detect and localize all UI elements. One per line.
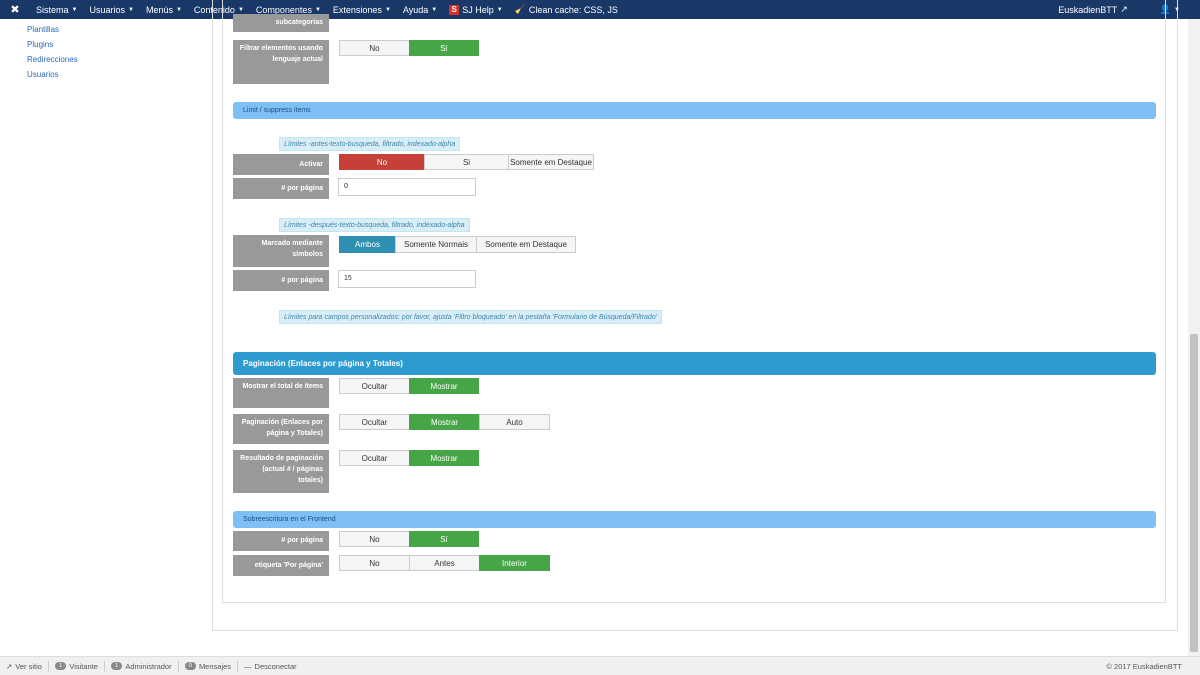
- ver-sitio-link[interactable]: ↗ Ver sitio: [0, 660, 49, 672]
- minus-icon: —: [244, 661, 252, 671]
- mostrar-total-toggle: Ocultar Mostrar: [339, 378, 479, 394]
- mostrar-total-label: Mostrar el total de ítems: [233, 378, 329, 408]
- note-after: Límites -después-texto-busqueda, filtrad…: [279, 218, 470, 232]
- activar-si-button[interactable]: Si: [424, 154, 509, 170]
- chevron-down-icon: ▼: [175, 6, 182, 13]
- resultado-ocultar-button[interactable]: Ocultar: [339, 450, 410, 466]
- por-pagina-input-2[interactable]: 15: [338, 270, 476, 288]
- filter-language-label: Filtrar elementos usando lenguaje actual: [233, 40, 329, 84]
- external-link-icon: ↗: [6, 661, 13, 671]
- front-por-pagina-toggle: No Sí: [339, 531, 479, 547]
- filter-si-button[interactable]: Sí: [409, 40, 479, 56]
- sidebar-item-plugins[interactable]: Plugins: [27, 37, 78, 52]
- etiqueta-label: etiqueta 'Por página': [233, 555, 329, 576]
- por-pagina-input-1[interactable]: 0: [338, 178, 476, 196]
- chevron-down-icon: ▼: [127, 6, 134, 13]
- section-paginacion: Paginación (Enlaces por página y Totales…: [233, 352, 1156, 375]
- mostrar-total-mostrar-button[interactable]: Mostrar: [409, 378, 479, 394]
- visitante-count-badge: 1: [54, 662, 67, 670]
- mensajes-link[interactable]: 0 Mensajes: [179, 660, 239, 672]
- visitante-status: 1 Visitante: [49, 660, 105, 672]
- paginacion-ocultar-button[interactable]: Ocultar: [339, 414, 410, 430]
- etiqueta-interior-button[interactable]: Interior: [479, 555, 550, 571]
- paginacion-auto-button[interactable]: Auto: [479, 414, 550, 430]
- menu-item-men-s[interactable]: Menús ▼: [140, 5, 188, 15]
- front-si-button[interactable]: Sí: [409, 531, 479, 547]
- resultado-mostrar-button[interactable]: Mostrar: [409, 450, 479, 466]
- section-limit: Limit / suppress items: [233, 102, 1156, 119]
- sidebar-item-usuarios[interactable]: Usuarios: [27, 67, 78, 82]
- scrollbar[interactable]: [1188, 19, 1200, 656]
- filter-language-toggle: No Sí: [339, 40, 479, 56]
- por-pagina-label-1: # por página: [233, 178, 329, 199]
- subcategorias-label: subcategorías: [233, 14, 329, 32]
- marcado-normais-button[interactable]: Somente Normais: [395, 236, 477, 253]
- paginacion-toggle: Ocultar Mostrar Auto: [339, 414, 550, 430]
- etiqueta-antes-button[interactable]: Antes: [409, 555, 480, 571]
- joomla-logo-icon[interactable]: ✖: [0, 3, 30, 16]
- sidebar: Plantillas Plugins Redirecciones Usuario…: [27, 22, 78, 82]
- sidebar-item-redirecciones[interactable]: Redirecciones: [27, 52, 78, 67]
- marcado-destaque-button[interactable]: Somente em Destaque: [476, 236, 576, 253]
- note-before: Límites -antes-texto-busqueda, filtrado,…: [279, 137, 461, 151]
- filter-no-button[interactable]: No: [339, 40, 410, 56]
- note-custom: Límites para campos personalizados: por …: [279, 310, 663, 324]
- admin-status: 1 Administrador: [105, 660, 179, 672]
- resultado-toggle: Ocultar Mostrar: [339, 450, 479, 466]
- menu-item-sistema[interactable]: Sistema ▼: [30, 5, 83, 15]
- marcado-toggle: Ambos Somente Normais Somente em Destaqu…: [339, 236, 576, 253]
- front-por-pagina-label: # por página: [233, 531, 329, 551]
- sidebar-item-plantillas[interactable]: Plantillas: [27, 22, 78, 37]
- status-footer: ↗ Ver sitio 1 Visitante 1 Administrador 0 Me…: [0, 656, 1200, 675]
- desconectar-link[interactable]: — Desconectar: [238, 661, 303, 672]
- admin-count-badge: 1: [110, 662, 123, 670]
- etiqueta-toggle: No Antes Interior: [339, 555, 550, 571]
- resultado-label: Resultado de paginación (actual # / pági…: [233, 450, 329, 493]
- mostrar-total-ocultar-button[interactable]: Ocultar: [339, 378, 410, 394]
- paginacion-label: Paginación (Enlaces por página y Totales…: [233, 414, 329, 444]
- activar-destaque-button[interactable]: Somente em Destaque: [508, 154, 594, 170]
- paginacion-mostrar-button[interactable]: Mostrar: [409, 414, 480, 430]
- mensajes-count-badge: 0: [184, 662, 196, 670]
- menu-item-usuarios[interactable]: Usuarios ▼: [83, 5, 139, 15]
- front-no-button[interactable]: No: [339, 531, 410, 547]
- chevron-down-icon: ▼: [71, 6, 78, 13]
- activar-no-button[interactable]: No: [339, 154, 425, 170]
- scrollbar-thumb[interactable]: [1190, 334, 1198, 652]
- copyright: © 2017 EuskadienBTT: [1106, 661, 1182, 671]
- etiqueta-no-button[interactable]: No: [339, 555, 410, 571]
- por-pagina-label-2: # por página: [233, 270, 329, 291]
- activar-toggle: No Si Somente em Destaque: [339, 154, 594, 170]
- marcado-label: Marcado mediante símbolos: [233, 235, 329, 267]
- section-frontend: Sobreescritura en el Frontend: [233, 511, 1156, 528]
- marcado-ambos-button[interactable]: Ambos: [339, 236, 396, 253]
- activar-label: Activar: [233, 154, 329, 175]
